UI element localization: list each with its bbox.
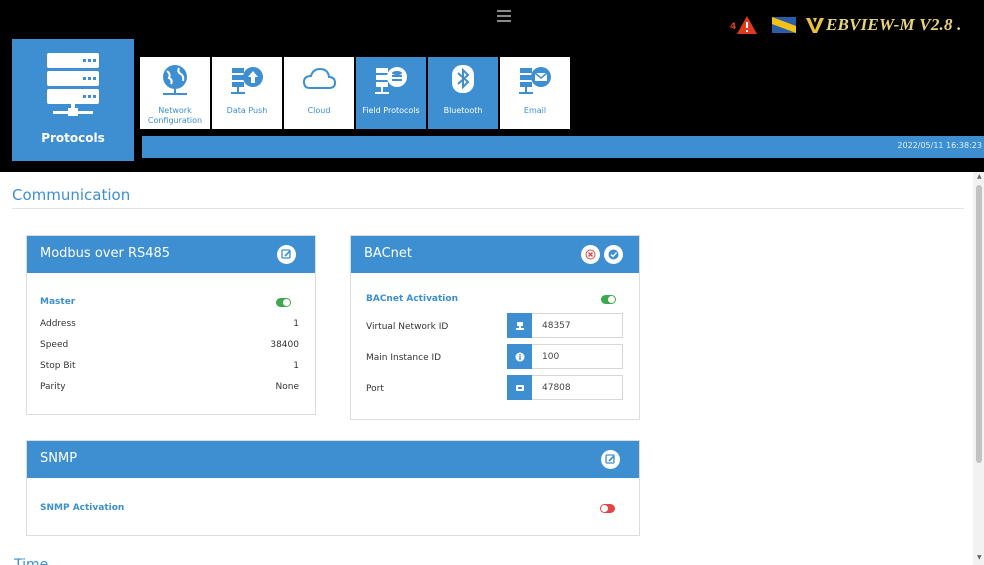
scrollbar-thumb[interactable] — [976, 185, 982, 463]
tab-label: Data Push — [226, 106, 268, 115]
cancel-button[interactable] — [581, 245, 600, 264]
port-input[interactable] — [532, 375, 623, 400]
protocols-label: Protocols — [41, 131, 105, 145]
brand-title: EBVIEW-M V2.8 . — [826, 15, 962, 34]
main-content: Communication Modbus over RS485 Master A… — [0, 172, 984, 565]
tab-label: Network Configuration — [147, 106, 203, 125]
communication-title: Communication — [12, 186, 131, 204]
upload-server-icon — [231, 67, 263, 94]
snmp-card: SNMP SNMP Activation — [26, 440, 640, 536]
bacnet-card-header: BACnet — [351, 236, 639, 273]
edit-icon — [281, 249, 291, 259]
stop-bit-value: 1 — [293, 361, 299, 371]
globe-icon — [163, 65, 187, 95]
main-instance-id-label: Main Instance ID — [366, 353, 442, 363]
bacnet-card: BACnet BACnet Activation Virtual Network… — [350, 235, 640, 420]
address-label: Address — [40, 319, 76, 329]
protocols-section-tile[interactable]: Protocols — [12, 39, 134, 161]
speed-label: Speed — [40, 340, 69, 350]
stop-bit-label: Stop Bit — [40, 361, 76, 371]
cloud-icon — [302, 67, 337, 89]
tab-email[interactable]: Email — [500, 57, 570, 129]
edit-icon — [605, 454, 615, 464]
port-group — [507, 375, 623, 400]
scroll-down-arrow-icon[interactable]: ▼ — [977, 554, 982, 561]
master-toggle[interactable] — [276, 298, 291, 307]
tab-field-protocols[interactable]: Field Protocols — [356, 57, 426, 129]
snmp-activation-toggle[interactable] — [600, 504, 615, 513]
speed-value: 38400 — [270, 340, 299, 350]
brand-area: 4 EBVIEW-M V2.8 . — [730, 12, 962, 38]
bacnet-activation-toggle[interactable] — [601, 295, 616, 304]
modbus-card: Modbus over RS485 Master Address 1 Speed… — [26, 235, 316, 415]
tab-data-push[interactable]: Data Push — [212, 57, 282, 129]
tab-label: Cloud — [307, 106, 331, 115]
close-icon — [585, 249, 596, 260]
hamburger-menu-icon[interactable] — [497, 10, 511, 22]
edit-button[interactable] — [601, 450, 620, 469]
tab-network-configuration[interactable]: Network Configuration — [140, 57, 210, 129]
virtual-network-id-input[interactable] — [532, 313, 623, 338]
warning-count: 4 — [730, 22, 737, 32]
tab-bluetooth[interactable]: Bluetooth — [428, 57, 498, 129]
modbus-card-header: Modbus over RS485 — [27, 236, 315, 273]
datetime-display: 2022/05/11 16:38:23 — [897, 141, 982, 150]
snmp-card-title: SNMP — [40, 451, 78, 466]
server-stack-icon — [47, 53, 99, 116]
address-value: 1 — [293, 319, 299, 329]
status-bar: 2022/05/11 16:38:23 — [142, 136, 984, 158]
check-icon — [608, 249, 619, 260]
top-header: 4 EBVIEW-M V2.8 . Protocols Network Conf… — [0, 0, 984, 172]
network-icon — [507, 313, 532, 338]
tab-cloud[interactable]: Cloud — [284, 57, 354, 129]
protocol-tabs: Network Configuration Data Push Cloud Fi… — [140, 57, 572, 129]
modbus-card-title: Modbus over RS485 — [40, 246, 171, 261]
confirm-button[interactable] — [604, 245, 623, 264]
bacnet-activation-label: BACnet Activation — [366, 294, 458, 304]
bacnet-card-title: BACnet — [364, 246, 412, 261]
main-instance-id-group — [507, 344, 623, 369]
master-label: Master — [40, 297, 76, 307]
edit-button[interactable] — [277, 245, 296, 264]
bluetooth-icon — [452, 65, 474, 93]
scroll-up-arrow-icon[interactable]: ▲ — [977, 173, 982, 180]
parity-value: None — [275, 382, 299, 392]
snmp-activation-label: SNMP Activation — [40, 503, 125, 513]
virtual-network-id-group — [507, 313, 623, 338]
parity-label: Parity — [40, 382, 66, 392]
language-flag-icon[interactable] — [772, 17, 796, 33]
port-icon — [507, 375, 532, 400]
snmp-card-header: SNMP — [27, 441, 639, 478]
warning-icon[interactable]: 4 — [730, 15, 758, 35]
tab-label: Email — [523, 106, 547, 115]
tab-label: Bluetooth — [443, 106, 483, 115]
database-server-icon — [375, 67, 407, 94]
info-icon — [507, 344, 532, 369]
port-label: Port — [366, 384, 384, 394]
section-divider — [12, 208, 964, 209]
time-section-title: Time — [14, 557, 49, 565]
email-server-icon — [519, 67, 551, 94]
brand-logo-icon — [806, 18, 824, 33]
tab-label: Field Protocols — [362, 106, 420, 115]
virtual-network-id-label: Virtual Network ID — [366, 322, 449, 332]
main-instance-id-input[interactable] — [532, 344, 623, 369]
